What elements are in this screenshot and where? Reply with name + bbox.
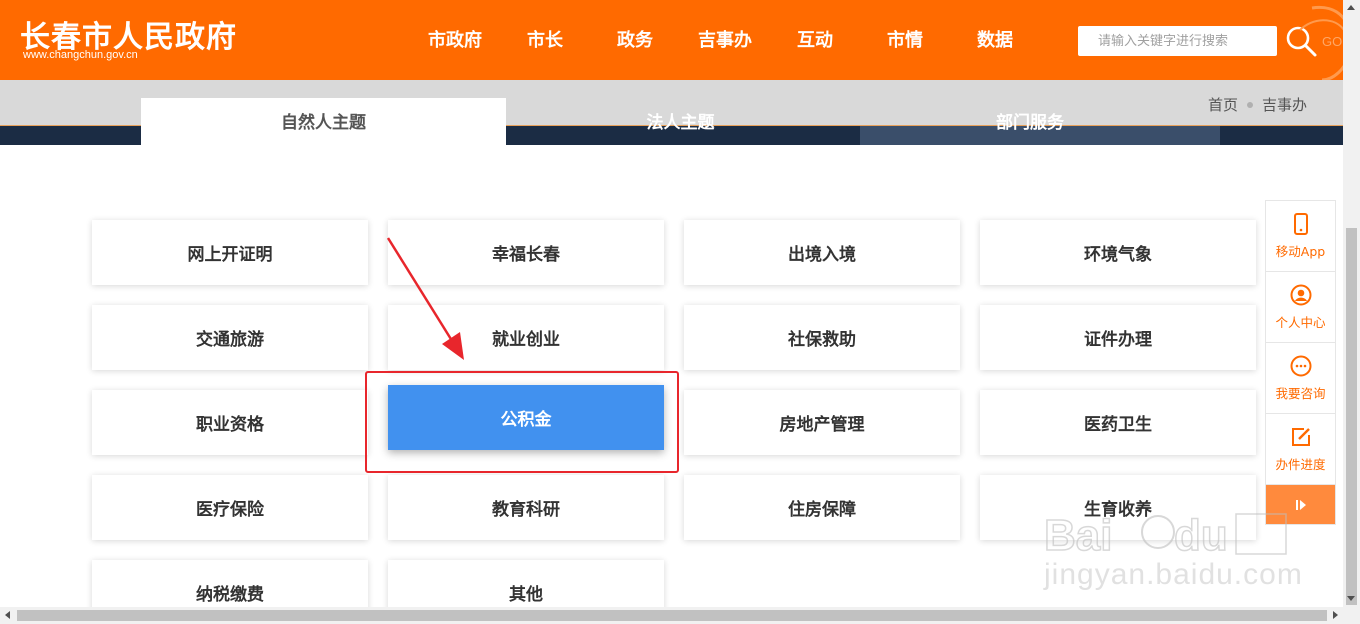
tile-medical-insurance[interactable]: 医疗保险: [92, 475, 368, 540]
nav-item-data[interactable]: 数据: [950, 0, 1040, 80]
tab-department-service[interactable]: 部门服务: [855, 98, 1205, 145]
breadcrumb-home[interactable]: 首页: [1208, 94, 1238, 115]
float-label: 移动App: [1275, 244, 1326, 259]
tile-housing-security[interactable]: 住房保障: [684, 475, 960, 540]
float-mobile-app[interactable]: 移动App: [1266, 201, 1335, 272]
nav-item-government[interactable]: 市政府: [410, 0, 500, 80]
red-arrow-annotation: [386, 237, 464, 360]
breadcrumb: 首页 吉事办: [1208, 94, 1307, 115]
scroll-right-arrow-icon[interactable]: [1333, 611, 1338, 619]
float-consult[interactable]: 我要咨询: [1266, 343, 1335, 414]
horizontal-scrollbar[interactable]: [0, 607, 1360, 624]
search-input[interactable]: [1078, 26, 1277, 56]
tile-social-security[interactable]: 社保救助: [684, 305, 960, 370]
nav-item-city-info[interactable]: 市情: [860, 0, 950, 80]
mobile-icon: [1293, 213, 1308, 235]
main-nav: 市政府 市长 政务 吉事办 互动 市情 数据: [410, 0, 1040, 80]
float-personal-center[interactable]: 个人中心: [1266, 272, 1335, 343]
topic-banner: 自然人主题 法人主题 部门服务 首页 吉事办: [0, 80, 1343, 145]
svg-text:Bai: Bai: [1044, 511, 1112, 560]
tile-environment-weather[interactable]: 环境气象: [980, 220, 1256, 285]
breadcrumb-separator: [1246, 101, 1253, 108]
breadcrumb-current[interactable]: 吉事办: [1262, 94, 1307, 115]
floating-toolbar: 移动App 个人中心 我要咨询 办件进度: [1265, 200, 1336, 525]
gov-mark-text: GO: [1322, 34, 1343, 49]
user-icon: [1290, 284, 1311, 306]
tile-education-research[interactable]: 教育科研: [388, 475, 664, 540]
tab-legal-person[interactable]: 法人主题: [506, 98, 855, 145]
svg-text:du: du: [1174, 511, 1228, 560]
tile-professional-qualification[interactable]: 职业资格: [92, 390, 368, 455]
tile-online-certificate[interactable]: 网上开证明: [92, 220, 368, 285]
scroll-down-arrow-icon[interactable]: [1347, 596, 1355, 601]
float-label: 我要咨询: [1275, 386, 1326, 401]
float-label: 办件进度: [1275, 457, 1326, 472]
nav-item-affairs[interactable]: 政务: [590, 0, 680, 80]
float-progress[interactable]: 办件进度: [1266, 414, 1335, 485]
chat-icon: [1290, 355, 1311, 377]
site-header: 长春市人民政府 www.changchun.gov.cn 市政府 市长 政务 吉…: [0, 0, 1343, 80]
tile-exit-entry[interactable]: 出境入境: [684, 220, 960, 285]
horizontal-scroll-thumb[interactable]: [17, 610, 1327, 621]
tile-medicine-health[interactable]: 医药卫生: [980, 390, 1256, 455]
site-url: www.changchun.gov.cn: [23, 49, 138, 61]
tab-natural-person[interactable]: 自然人主题: [141, 98, 506, 145]
nav-item-interaction[interactable]: 互动: [770, 0, 860, 80]
tile-transport-travel[interactable]: 交通旅游: [92, 305, 368, 370]
scroll-up-arrow-icon[interactable]: [1347, 5, 1355, 10]
vertical-scroll-thumb[interactable]: [1346, 228, 1357, 605]
nav-item-jishiban[interactable]: 吉事办: [680, 0, 770, 80]
tile-certificates[interactable]: 证件办理: [980, 305, 1256, 370]
float-label: 个人中心: [1275, 315, 1326, 330]
nav-item-mayor[interactable]: 市长: [500, 0, 590, 80]
edit-icon: [1291, 428, 1310, 446]
highlight-box: [365, 371, 679, 473]
vertical-scrollbar[interactable]: [1343, 0, 1360, 607]
scroll-left-arrow-icon[interactable]: [5, 611, 10, 619]
watermark-text: jingyan.baidu.com: [1044, 558, 1303, 591]
tile-real-estate[interactable]: 房地产管理: [684, 390, 960, 455]
